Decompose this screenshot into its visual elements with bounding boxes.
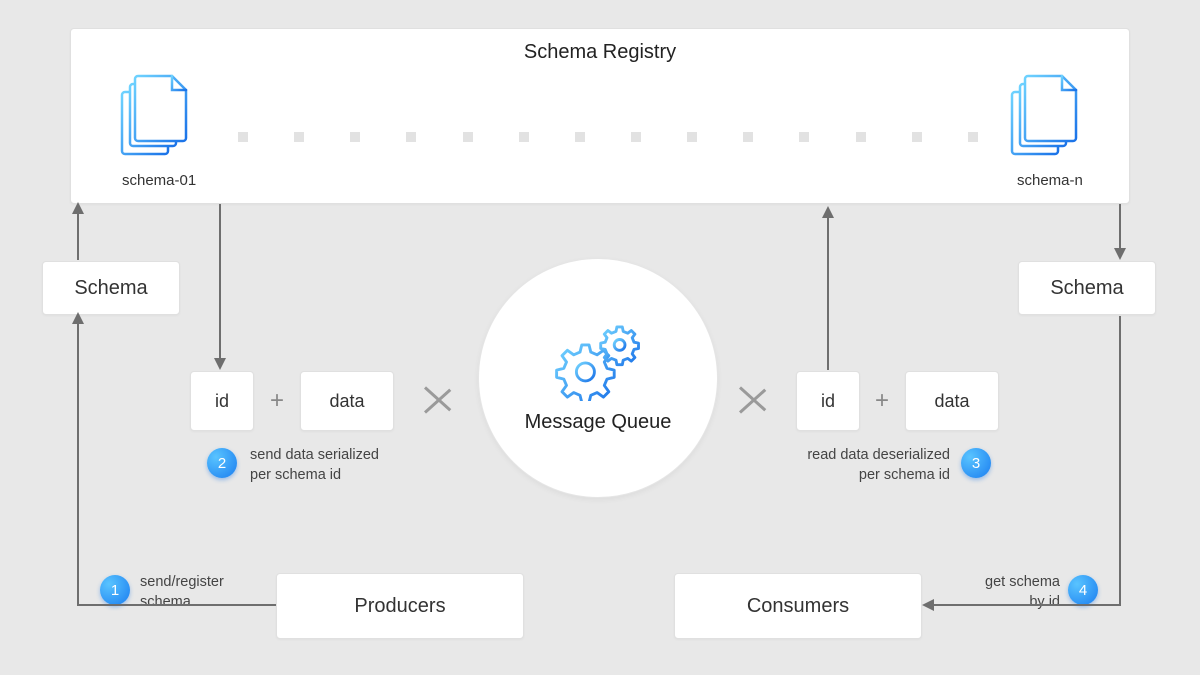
message-queue-label: Message Queue: [525, 411, 672, 434]
id-box-right: id: [796, 371, 860, 431]
plus-icon: +: [875, 387, 889, 415]
document-stack-icon: [120, 74, 190, 165]
arrow-schema-to-consumers: [918, 316, 1148, 616]
producers-box: Producers: [276, 573, 524, 639]
document-stack-icon: [1010, 74, 1080, 165]
arrow-schema-to-registry: [60, 200, 120, 264]
schema-box-right: Schema: [1018, 261, 1156, 315]
message-queue-circle: Message Queue: [478, 258, 718, 498]
arrow-registry-to-id: [200, 204, 240, 374]
ellipsis-dots: [238, 132, 978, 142]
registry-title: Schema Registry: [524, 41, 676, 64]
consumers-box: Consumers: [674, 573, 922, 639]
schema-left-label: schema-01: [122, 172, 196, 189]
arrow-id-to-registry: [808, 204, 848, 374]
arrow-producers-to-schema: [60, 288, 280, 618]
chevron-right-icon: [425, 374, 453, 426]
data-box-left: data: [300, 371, 394, 431]
arrow-registry-to-schema-right: [1100, 204, 1140, 264]
schema-right-label: schema-n: [1017, 172, 1083, 189]
chevron-right-icon: [740, 374, 768, 426]
schema-registry-box: Schema Registry: [70, 28, 1130, 204]
gears-icon: [553, 323, 643, 401]
